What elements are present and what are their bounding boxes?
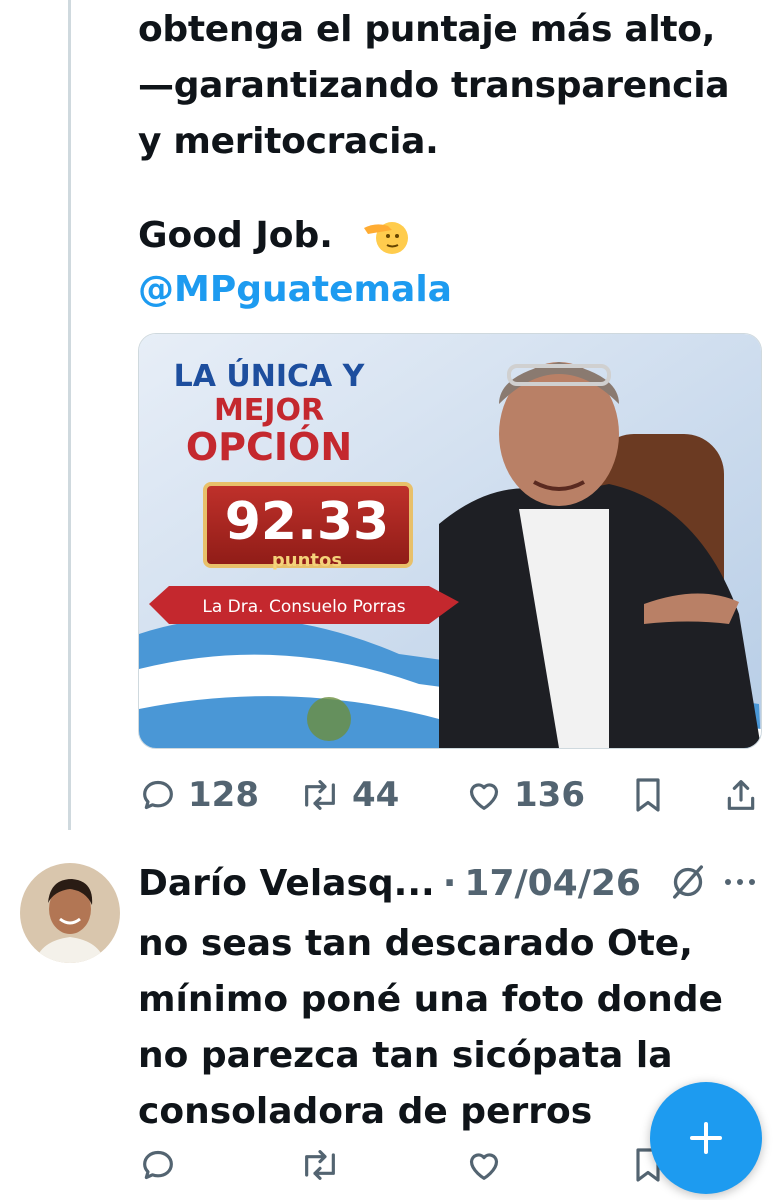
plus-icon [690, 1122, 722, 1154]
grok-icon[interactable] [668, 862, 708, 902]
media-headline-2: MEJOR [214, 393, 324, 428]
tweet-media-image[interactable]: LA ÚNICA Y MEJOR OPCIÓN 92.33 puntos La … [138, 333, 762, 749]
tweet-text-line: y meritocracia. [138, 121, 439, 162]
share-button[interactable] [722, 770, 760, 820]
saluting-face-emoji-icon [364, 222, 408, 254]
tweet-text-line: obtenga el puntaje más alto, [138, 9, 716, 50]
reply-text-line: consoladora de perros [138, 1091, 593, 1132]
reply-date[interactable]: 17/04/26 [464, 863, 641, 904]
tweet-text-line: —garantizando transparencia [138, 65, 730, 106]
reply-count: 128 [188, 775, 259, 815]
media-ribbon-text: La Dra. Consuelo Porras [202, 597, 405, 617]
media-score: 92.33 [225, 492, 389, 552]
reply-text-line: no seas tan descarado Ote, [138, 923, 693, 964]
reply-text-line: no parezca tan sicópata la [138, 1035, 673, 1076]
heart-icon [469, 783, 499, 810]
reply-button[interactable]: 128 [138, 770, 259, 820]
reply-reply-button[interactable] [138, 1140, 178, 1190]
more-options-icon[interactable] [720, 872, 760, 892]
media-headline-3: OPCIÓN [186, 425, 352, 469]
tweet-action-bar: 128 44 136 [138, 770, 760, 820]
reply-header: Darío Velasq... · 17/04/26 [138, 856, 641, 910]
reply-like-button[interactable] [464, 1140, 504, 1190]
compose-button[interactable] [650, 1082, 762, 1194]
avatar[interactable] [20, 863, 120, 963]
reply-icon [143, 780, 173, 810]
reply-author-name[interactable]: Darío Velasq... [138, 863, 435, 904]
repost-icon [305, 780, 335, 810]
repost-count: 44 [352, 775, 400, 815]
repost-icon [305, 1150, 335, 1180]
heart-icon [469, 1153, 499, 1180]
tweet-text: obtenga el puntaje más alto, —garantizan… [138, 2, 758, 170]
reply-repost-button[interactable] [298, 1140, 342, 1190]
repost-button[interactable]: 44 [298, 770, 399, 820]
reply-icon [143, 1150, 173, 1180]
thread-connector-line [68, 0, 71, 830]
like-count: 136 [514, 775, 585, 815]
mention-link[interactable]: @MPguatemala [138, 262, 452, 318]
media-score-unit: puntos [272, 550, 342, 571]
reply-separator: · [442, 862, 457, 904]
reply-text: no seas tan descarado Ote, mínimo poné u… [138, 916, 738, 1140]
like-button[interactable]: 136 [464, 770, 585, 820]
share-icon [727, 780, 755, 810]
bookmark-icon [636, 778, 660, 812]
tweet-closing-text: Good Job. [138, 215, 333, 256]
reply-text-line: mínimo poné una foto donde [138, 979, 723, 1020]
bookmark-button[interactable] [630, 770, 666, 820]
media-headline-1: LA ÚNICA Y [174, 357, 366, 394]
